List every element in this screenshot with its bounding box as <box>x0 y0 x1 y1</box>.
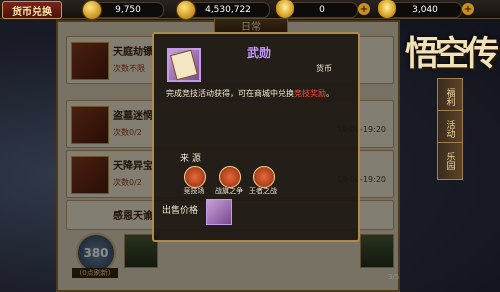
add-currency-button[interactable]: + <box>462 3 474 15</box>
scroll-icon <box>170 49 198 81</box>
desc-prefix: 完成竞技活动获得，可在商城中兑换 <box>166 89 294 98</box>
item-description: 完成竞技活动获得，可在商城中兑换竞技奖励。 <box>166 88 348 99</box>
source-kingbattle-label: 王者之战 <box>249 187 277 195</box>
game-logo: 悟空传 <box>405 33 499 74</box>
item-type: 货币 <box>316 64 332 73</box>
source-label: 来 源 <box>180 154 201 164</box>
desc-suffix: 。 <box>326 89 334 98</box>
source-battleflag-icon[interactable] <box>219 166 241 188</box>
currency-value-4: 3,040 <box>388 2 462 18</box>
gold-ingot-icon <box>276 0 294 18</box>
desc-highlight: 竞技奖励 <box>294 89 326 98</box>
item-scroll-icon <box>167 48 201 82</box>
side-tab-paradise[interactable]: 乐园 <box>437 142 463 180</box>
currency-value-1: 9,750 <box>92 2 164 18</box>
source-kingbattle-icon[interactable] <box>253 166 275 188</box>
item-name: 武勋 <box>247 46 272 60</box>
currency-value-2: 4,530,722 <box>186 2 270 18</box>
gold-ingot-icon <box>378 0 396 18</box>
currency-exchange-button[interactable]: 货币兑换 <box>2 1 62 19</box>
add-currency-button[interactable]: + <box>358 3 370 15</box>
price-item-icon <box>206 199 232 225</box>
sell-price-label: 出售价格 <box>162 206 199 216</box>
coin-icon <box>82 0 102 20</box>
coin-icon <box>176 0 196 20</box>
source-arena-icon[interactable] <box>184 166 206 188</box>
currency-value-3: 0 <box>286 2 358 18</box>
